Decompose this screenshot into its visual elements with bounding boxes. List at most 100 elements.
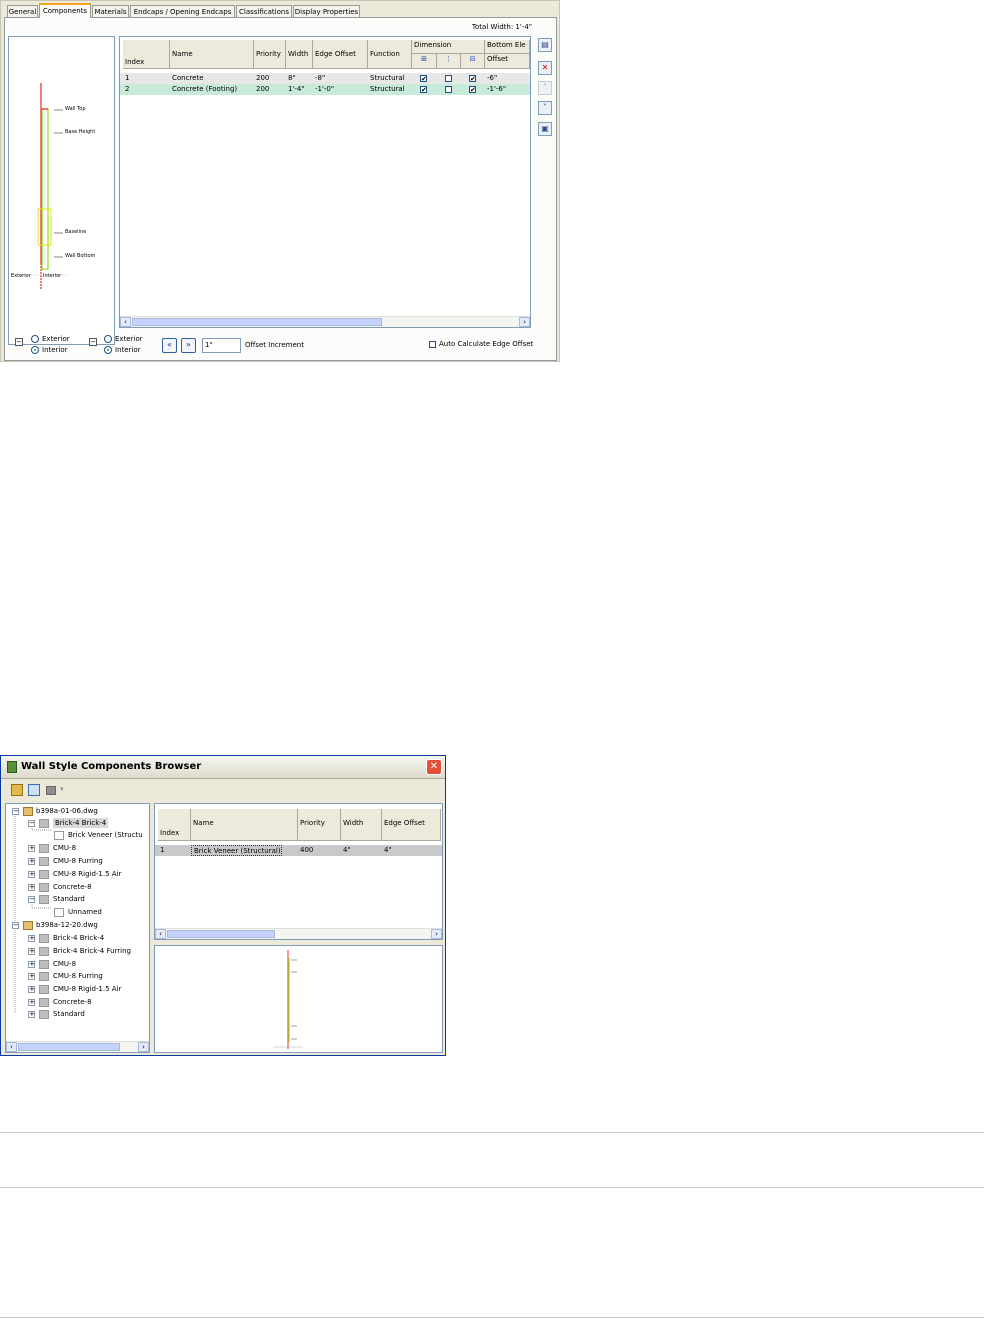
- row-name[interactable]: Brick Veneer (Structural): [191, 845, 282, 856]
- collapse-right-icon[interactable]: −: [89, 338, 97, 346]
- scroll-thumb[interactable]: [132, 318, 382, 326]
- tree-item[interactable]: CMU-8: [53, 959, 76, 969]
- header-dimension[interactable]: Dimension: [412, 40, 485, 54]
- components-grid[interactable]: Index Name Priority Width Edge Offset Fu…: [119, 36, 531, 328]
- table-row[interactable]: 1 Concrete 200 8" -8" Structural ✔ ✔ -6": [120, 73, 530, 84]
- scroll-left-icon[interactable]: ‹: [155, 929, 166, 939]
- tree-item[interactable]: Unnamed: [68, 907, 102, 917]
- expand-toggle-icon[interactable]: +: [28, 845, 35, 852]
- header-bottom-elevation[interactable]: Bottom Ele: [485, 40, 530, 54]
- dim-center-checkbox[interactable]: [445, 86, 452, 93]
- row-width[interactable]: 1'-4": [286, 84, 305, 95]
- expand-toggle-icon[interactable]: +: [28, 884, 35, 891]
- drawing-tree[interactable]: − b398a-01-06.dwg − Brick-4 Brick-4 Bric…: [5, 803, 150, 1053]
- tree-item[interactable]: CMU-8 Furring: [53, 856, 103, 866]
- dimension-exterior-icon[interactable]: ⊞: [412, 54, 437, 69]
- header-name[interactable]: Name: [170, 40, 254, 69]
- move-down-button[interactable]: ˅: [538, 101, 552, 115]
- header-priority[interactable]: Priority: [254, 40, 286, 69]
- row-edge-offset[interactable]: -1'-0": [313, 84, 334, 95]
- table-row[interactable]: 1 Brick Veneer (Structural) 400 4" 4": [155, 845, 442, 856]
- header-width[interactable]: Width: [286, 40, 313, 69]
- close-icon[interactable]: ✕: [426, 759, 442, 775]
- open-drawing-icon[interactable]: [11, 784, 23, 796]
- auto-calc-edge-offset-checkbox[interactable]: [429, 341, 436, 348]
- tree-item[interactable]: Brick-4 Brick-4: [53, 818, 109, 828]
- row-offset[interactable]: -6": [485, 73, 497, 84]
- tree-item[interactable]: CMU-8 Rigid-1.5 Air: [53, 869, 121, 879]
- dimension-interior-icon[interactable]: ⊟: [461, 54, 485, 69]
- tree-item[interactable]: CMU-8 Rigid-1.5 Air: [53, 984, 121, 994]
- expand-toggle-icon[interactable]: +: [28, 973, 35, 980]
- row-function[interactable]: Structural: [368, 84, 405, 95]
- tab-classifications[interactable]: Classifications: [236, 5, 292, 17]
- shift-right-button[interactable]: »: [181, 338, 196, 353]
- header-function[interactable]: Function: [368, 40, 412, 69]
- dim-interior-checkbox[interactable]: ✔: [469, 86, 476, 94]
- row-priority[interactable]: 200: [254, 73, 269, 84]
- row-edge-offset[interactable]: -8": [313, 73, 325, 84]
- tree-item[interactable]: b398a-01-06.dwg: [36, 806, 98, 816]
- header-offset[interactable]: Offset: [485, 54, 530, 69]
- tree-item[interactable]: CMU-8 Furring: [53, 971, 103, 981]
- tree-item[interactable]: CMU-8: [53, 843, 76, 853]
- expand-toggle-icon[interactable]: −: [12, 808, 19, 815]
- expand-toggle-icon[interactable]: +: [28, 1011, 35, 1018]
- tree-item[interactable]: Concrete-8: [53, 882, 92, 892]
- interior-radio-2[interactable]: [104, 346, 112, 354]
- tab-display-properties[interactable]: Display Properties: [293, 5, 360, 17]
- row-edge-offset[interactable]: 4": [382, 845, 392, 856]
- tree-item[interactable]: Standard: [53, 894, 85, 904]
- scroll-thumb[interactable]: [167, 930, 275, 938]
- dim-center-checkbox[interactable]: [445, 75, 452, 82]
- dim-interior-checkbox[interactable]: ✔: [469, 75, 476, 83]
- offset-increment-input[interactable]: 1": [202, 338, 241, 353]
- interior-radio-1[interactable]: [31, 346, 39, 354]
- tab-components[interactable]: Components: [39, 3, 91, 18]
- expand-toggle-icon[interactable]: +: [28, 986, 35, 993]
- remove-component-button[interactable]: ✕: [538, 61, 552, 75]
- collapse-left-icon[interactable]: −: [15, 338, 23, 346]
- scroll-right-icon[interactable]: ›: [431, 929, 442, 939]
- dim-exterior-checkbox[interactable]: ✔: [420, 86, 427, 94]
- shift-left-button[interactable]: «: [162, 338, 177, 353]
- row-offset[interactable]: -1'-6": [485, 84, 506, 95]
- row-width[interactable]: 8": [286, 73, 296, 84]
- header-priority[interactable]: Priority: [298, 809, 341, 841]
- tab-materials[interactable]: Materials: [92, 5, 129, 17]
- expand-toggle-icon[interactable]: +: [28, 935, 35, 942]
- header-index[interactable]: Index: [158, 809, 191, 841]
- tree-item[interactable]: Brick Veneer (Structu: [68, 830, 143, 840]
- tab-endcaps[interactable]: Endcaps / Opening Endcaps: [130, 5, 235, 17]
- exterior-radio-2[interactable]: [104, 335, 112, 343]
- table-row[interactable]: 2 Concrete (Footing) 200 1'-4" -1'-0" St…: [120, 84, 530, 95]
- tree-horizontal-scrollbar[interactable]: ‹ ›: [6, 1041, 149, 1052]
- header-edge-offset[interactable]: Edge Offset: [382, 809, 441, 841]
- scroll-right-icon[interactable]: ›: [138, 1042, 149, 1052]
- row-width[interactable]: 4": [341, 845, 351, 856]
- horizontal-scrollbar[interactable]: ‹ ›: [120, 316, 530, 327]
- tree-item[interactable]: Brick-4 Brick-4 Furring: [53, 946, 131, 956]
- view-dropdown-icon[interactable]: ▾: [60, 785, 64, 793]
- dim-exterior-checkbox[interactable]: ✔: [420, 75, 427, 83]
- tree-item[interactable]: Brick-4 Brick-4: [53, 933, 104, 943]
- expand-toggle-icon[interactable]: −: [12, 922, 19, 929]
- expand-toggle-icon[interactable]: +: [28, 858, 35, 865]
- copy-icon[interactable]: [28, 784, 40, 796]
- scroll-left-icon[interactable]: ‹: [6, 1042, 17, 1052]
- tree-item[interactable]: Concrete-8: [53, 997, 92, 1007]
- expand-toggle-icon[interactable]: −: [28, 820, 35, 827]
- scroll-left-icon[interactable]: ‹: [120, 317, 131, 327]
- tree-item[interactable]: Standard: [53, 1009, 85, 1019]
- dimension-center-icon[interactable]: ⋮: [437, 54, 461, 69]
- header-edge-offset[interactable]: Edge Offset: [313, 40, 368, 69]
- scroll-thumb[interactable]: [18, 1043, 120, 1051]
- expand-toggle-icon[interactable]: +: [28, 948, 35, 955]
- move-up-button[interactable]: ˄: [538, 81, 552, 95]
- expand-toggle-icon[interactable]: −: [28, 896, 35, 903]
- row-function[interactable]: Structural: [368, 73, 405, 84]
- grid-horizontal-scrollbar[interactable]: ‹ ›: [155, 928, 442, 939]
- expand-toggle-icon[interactable]: +: [28, 999, 35, 1006]
- row-priority[interactable]: 400: [298, 845, 313, 856]
- tab-general[interactable]: General: [7, 5, 38, 17]
